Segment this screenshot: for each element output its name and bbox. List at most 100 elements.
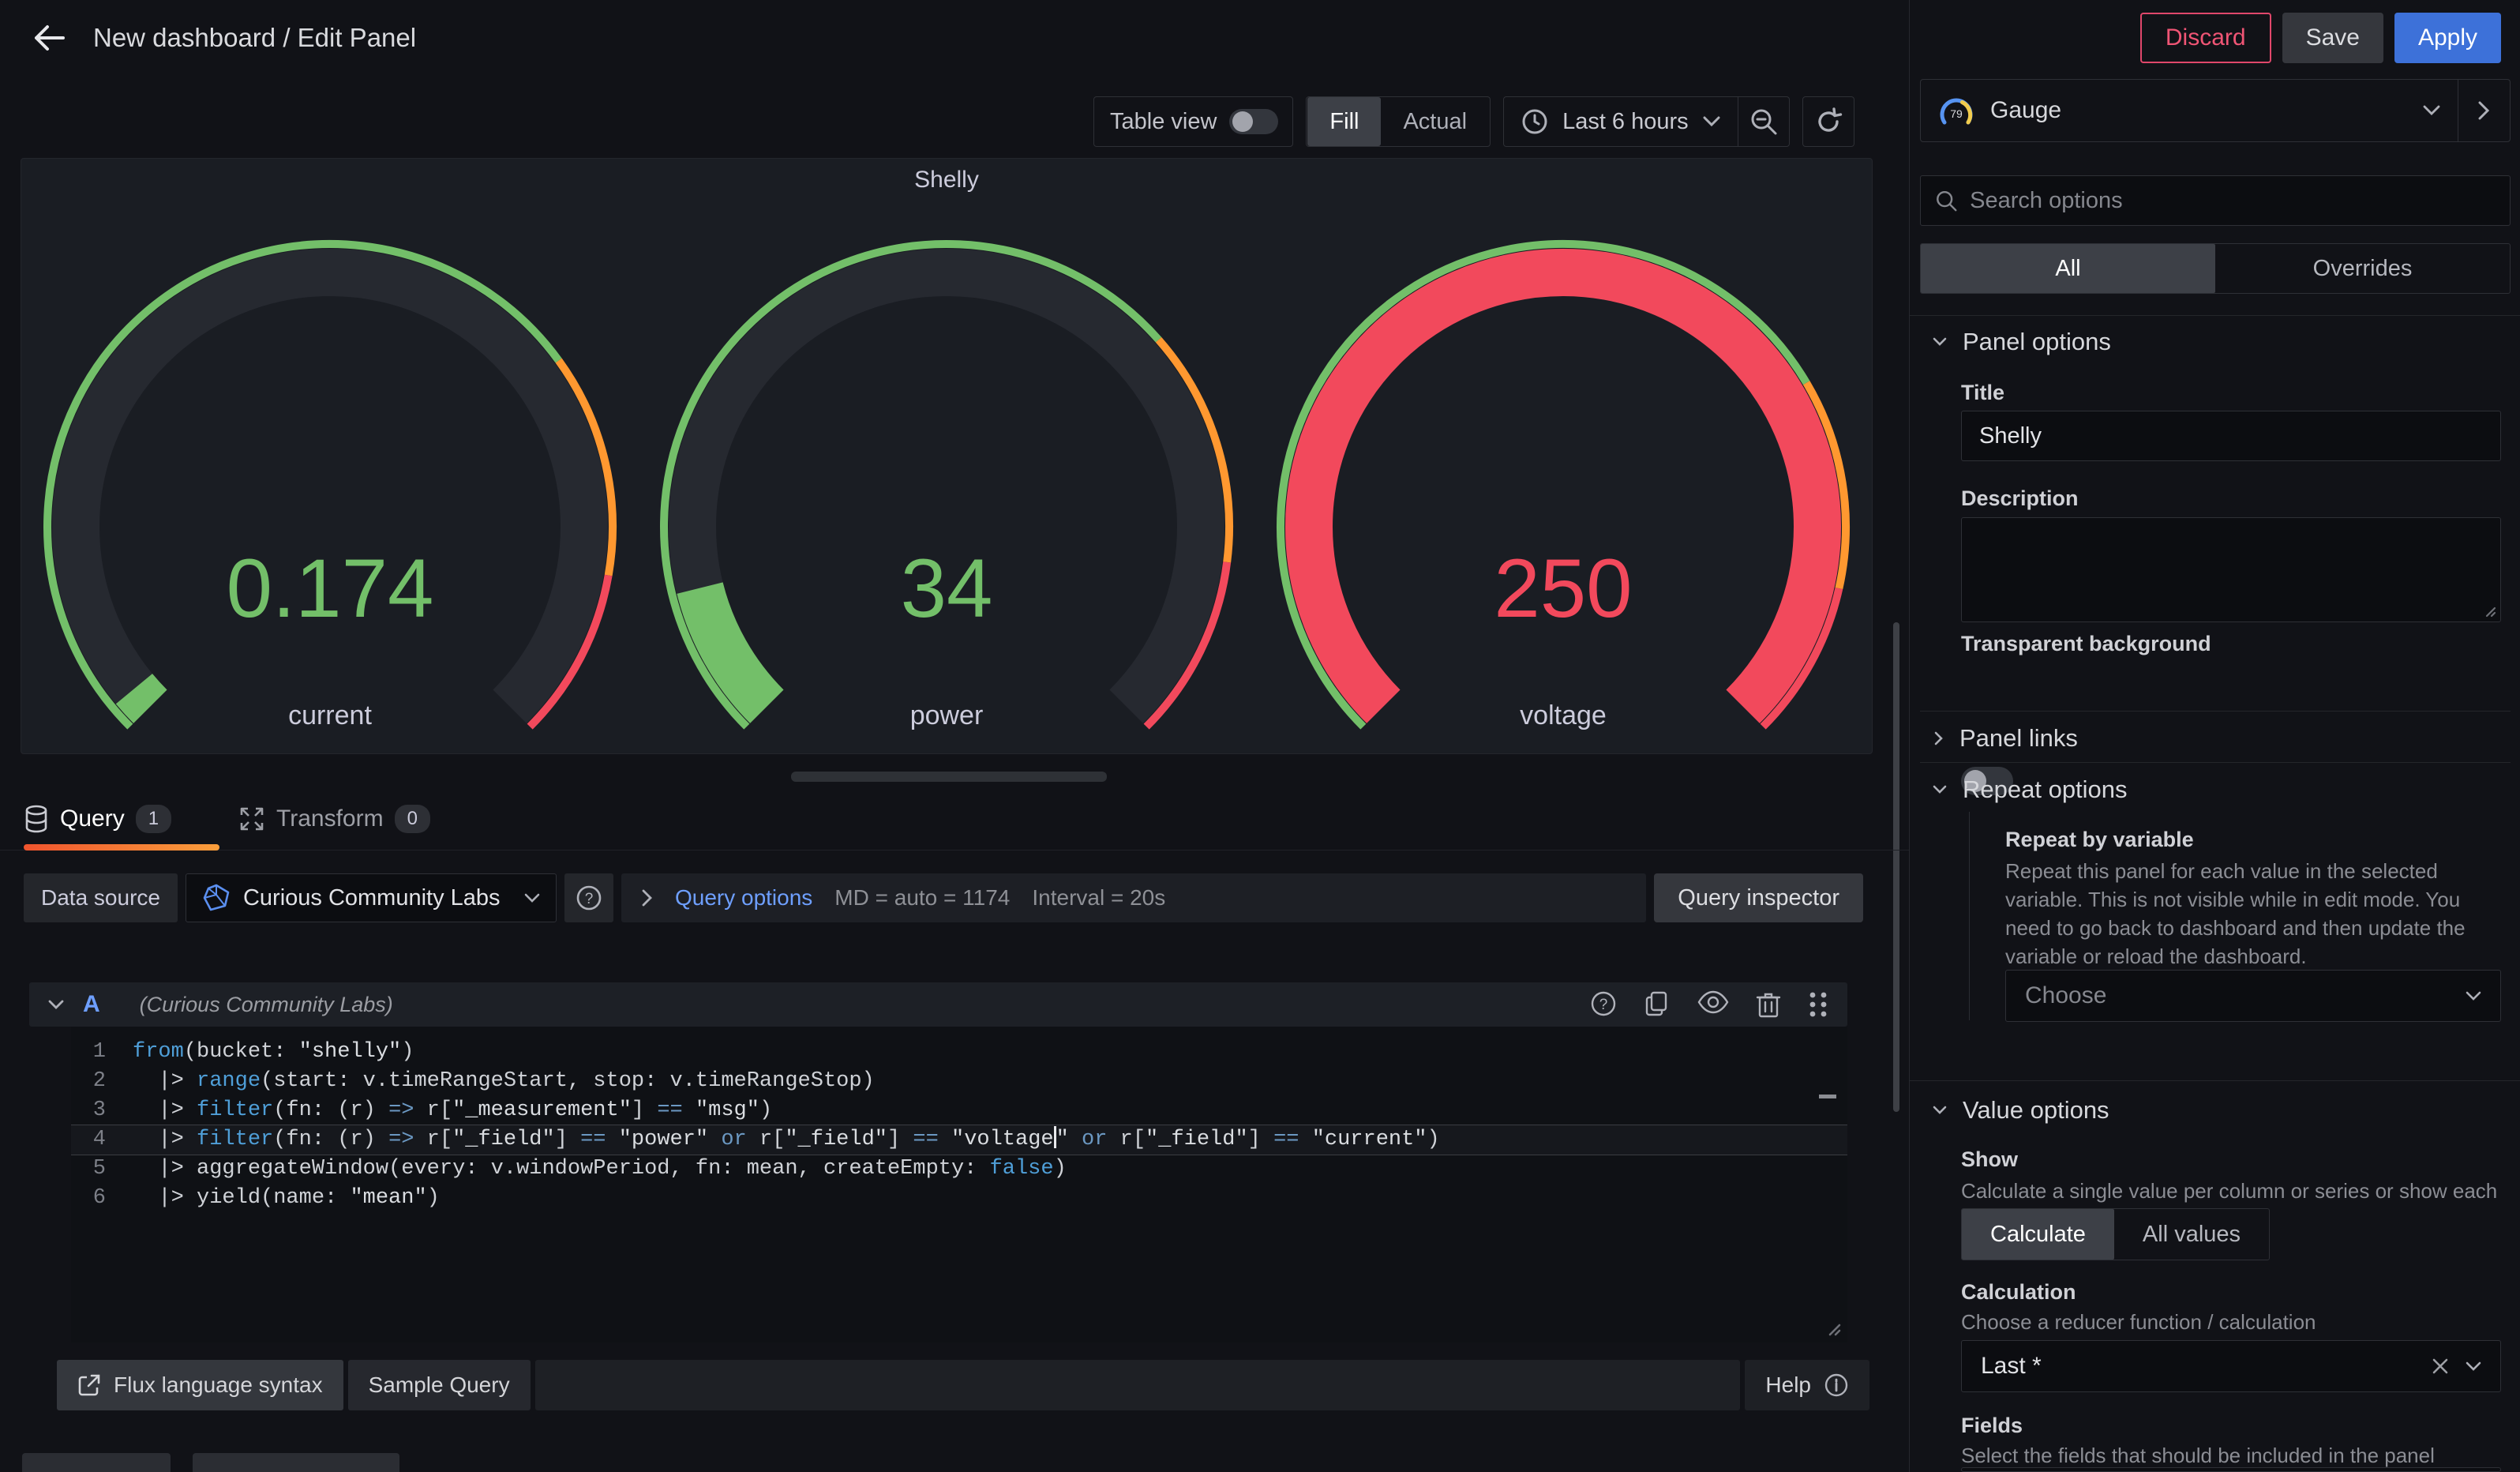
calculation-select[interactable]: Last * [1961,1340,2501,1392]
code-line[interactable]: 6 |> yield(name: "mean") [71,1184,1847,1213]
time-range-picker[interactable]: Last 6 hours [1504,97,1738,146]
query-row-header[interactable]: A (Curious Community Labs) ? [29,982,1847,1027]
calculate-option[interactable]: Calculate [1962,1209,2114,1260]
chevron-down-icon [1933,337,1947,347]
viz-select[interactable]: 79 Gauge [1921,80,2458,141]
save-button[interactable]: Save [2282,13,2383,63]
apply-button[interactable]: Apply [2394,13,2501,63]
query-options-link[interactable]: Query options [675,885,812,911]
viz-name: Gauge [1990,97,2407,124]
datasource-picker[interactable]: Curious Community Labs [186,873,557,922]
options-scope-tabs: All Overrides [1920,243,2511,294]
tab-query-label: Query [60,805,125,832]
chevron-right-icon [1934,731,1944,745]
discard-button[interactable]: Discard [2140,13,2271,63]
chevron-right-icon [642,889,653,907]
section-panel-links[interactable]: Panel links [1934,724,2078,753]
section-panel-options[interactable]: Panel options [1933,328,2111,356]
search-input[interactable] [1970,188,2496,214]
chevron-down-icon [2466,1361,2481,1372]
pane-resize-handle[interactable] [791,772,1107,782]
datasource-label: Data source [24,873,178,922]
repeat-select-placeholder: Choose [2025,982,2466,1009]
section-repeat-options[interactable]: Repeat options [1933,775,2128,804]
visualization-picker: 79 Gauge [1920,79,2511,142]
query-inspector-button[interactable]: Query inspector [1654,873,1863,922]
bottom-cutoff-button[interactable] [193,1453,399,1472]
editor-tabbar: Query 1 Transform 0 [0,794,1909,851]
gauge-label: current [288,700,372,730]
search-icon [1935,189,1957,212]
clear-icon [2431,1357,2450,1376]
overview-ruler-mark [1819,1095,1836,1098]
fill-actual-group: Fill Actual [1306,96,1491,147]
database-icon [24,805,49,833]
description-label: Description [1961,486,2079,511]
time-range-label: Last 6 hours [1562,109,1689,135]
section-value-options[interactable]: Value options [1933,1096,2109,1125]
tab-overrides[interactable]: Overrides [2215,244,2510,293]
gauge-power: 34 power [638,197,1254,753]
drag-handle-icon[interactable] [1808,990,1828,1019]
gauge-row: 0.174current 34power 250voltage [21,197,1872,753]
table-view-group: Table view [1093,96,1293,147]
options-search[interactable] [1920,175,2511,226]
refresh-icon[interactable] [1803,97,1854,146]
calculation-value: Last * [1981,1353,2431,1380]
max-datapoints-value: MD = auto = 1174 [834,885,1010,911]
delete-query-icon[interactable] [1756,990,1781,1019]
duplicate-query-icon[interactable] [1644,990,1671,1019]
external-link-icon [77,1373,101,1397]
back-arrow-icon[interactable] [28,13,69,62]
datasource-help-icon[interactable]: ? [564,873,613,922]
gauge-value: 0.174 [226,543,433,635]
time-range-group: Last 6 hours [1503,96,1790,147]
title-label: Title [1961,381,2004,405]
section-title: Repeat options [1963,775,2128,804]
fields-desc: Select the fields that should be include… [1961,1442,2514,1470]
active-tab-underline [24,844,219,851]
panel-title-input[interactable] [1979,423,2483,449]
sample-query-button[interactable]: Sample Query [348,1360,531,1410]
vertical-scrollbar[interactable] [1893,622,1899,1112]
query-options-bar[interactable]: Query options MD = auto = 1174 Interval … [621,873,1646,922]
flux-syntax-button[interactable]: Flux language syntax [57,1360,343,1410]
code-line[interactable]: 4 |> filter(fn: (r) => r["_field"] == "p… [71,1125,1847,1155]
editor-resize-handle[interactable] [1824,1319,1841,1336]
interval-value: Interval = 20s [1032,885,1165,911]
zoom-out-icon[interactable] [1738,97,1789,146]
fields-select-cutoff[interactable] [1961,1467,2501,1472]
code-line[interactable]: 2 |> range(start: v.timeRangeStart, stop… [71,1067,1847,1096]
calculation-label: Calculation [1961,1280,2076,1305]
tab-transform[interactable]: Transform 0 [238,794,430,844]
viz-suggestions-button[interactable] [2458,80,2510,141]
panel-preview-title: Shelly [21,159,1872,193]
textarea-resize-handle [2482,603,2496,618]
gauge-value: 34 [901,543,993,635]
toggle-visibility-icon[interactable] [1697,990,1729,1019]
section-title: Value options [1963,1096,2109,1125]
collapse-icon [48,1000,64,1010]
tab-query[interactable]: Query 1 [24,794,171,844]
fill-tab[interactable]: Fill [1307,97,1381,146]
footer-spacer [535,1360,1741,1410]
description-textarea[interactable] [1961,517,2501,622]
gauge-label: power [910,700,984,730]
code-line[interactable]: 1from(bucket: "shelly") [71,1038,1847,1067]
transform-count-badge: 0 [395,805,430,833]
query-help-icon[interactable]: ? [1590,990,1617,1019]
actual-tab[interactable]: Actual [1381,97,1489,146]
tab-all[interactable]: All [1921,244,2215,293]
code-line[interactable]: 3 |> filter(fn: (r) => r["_measurement"]… [71,1096,1847,1125]
help-button[interactable]: Help [1745,1360,1869,1410]
gauge-value: 250 [1494,543,1633,635]
table-view-toggle[interactable] [1229,109,1278,134]
gauge-viz-icon: 79 [1938,96,1974,126]
pane-divider [1909,0,1910,1472]
flux-code-editor[interactable]: 1from(bucket: "shelly")2 |> range(start:… [71,1027,1847,1342]
all-values-option[interactable]: All values [2114,1209,2269,1260]
code-line[interactable]: 5 |> aggregateWindow(every: v.windowPeri… [71,1155,1847,1184]
section-title: Panel links [1959,724,2078,753]
repeat-variable-select[interactable]: Choose [2005,970,2501,1022]
bottom-cutoff-button[interactable] [22,1453,171,1472]
